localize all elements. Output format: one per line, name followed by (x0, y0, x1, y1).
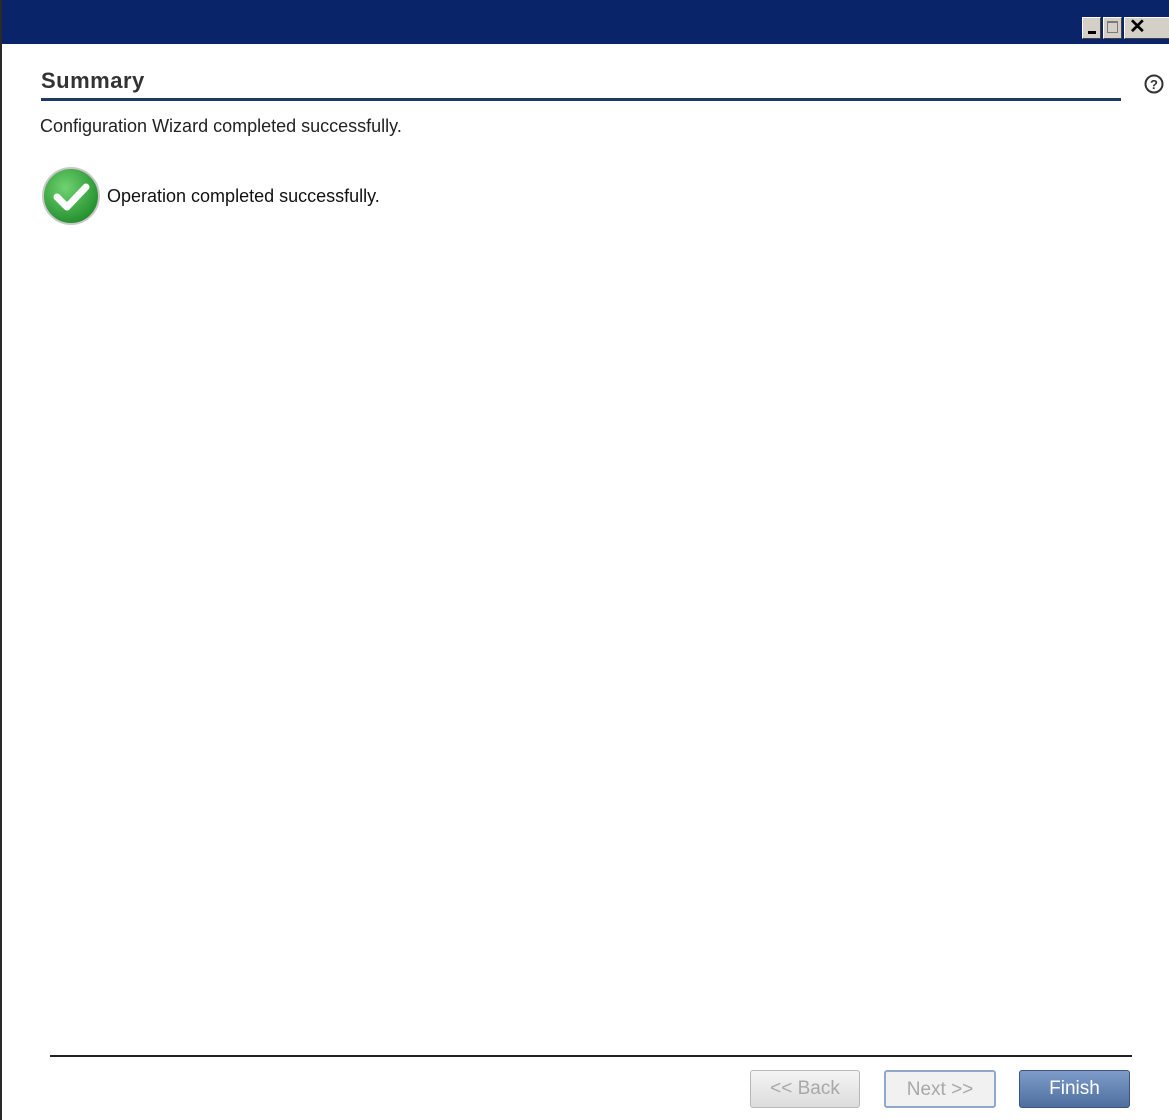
status-message: Operation completed successfully. (107, 186, 380, 206)
svg-text:?: ? (1150, 77, 1158, 92)
wizard-window: ✕ Summary ? Configuration Wizard complet… (0, 0, 1169, 1120)
minimize-icon (1088, 31, 1096, 34)
next-button[interactable]: Next >> (884, 1070, 996, 1108)
close-icon: ✕ (1129, 16, 1146, 38)
page-title: Summary (41, 68, 145, 93)
maximize-button[interactable] (1103, 17, 1122, 39)
page-subtitle: Configuration Wizard completed successfu… (40, 116, 402, 136)
finish-button[interactable]: Finish (1019, 1070, 1130, 1108)
maximize-icon (1107, 21, 1118, 33)
title-bar[interactable]: ✕ (2, 0, 1169, 44)
minimize-button[interactable] (1082, 17, 1101, 39)
title-divider (41, 98, 1121, 101)
footer-divider (50, 1055, 1132, 1057)
close-button[interactable]: ✕ (1124, 16, 1169, 39)
back-button[interactable]: << Back (750, 1070, 860, 1108)
success-check-icon (42, 167, 100, 225)
help-icon[interactable]: ? (1144, 74, 1164, 94)
